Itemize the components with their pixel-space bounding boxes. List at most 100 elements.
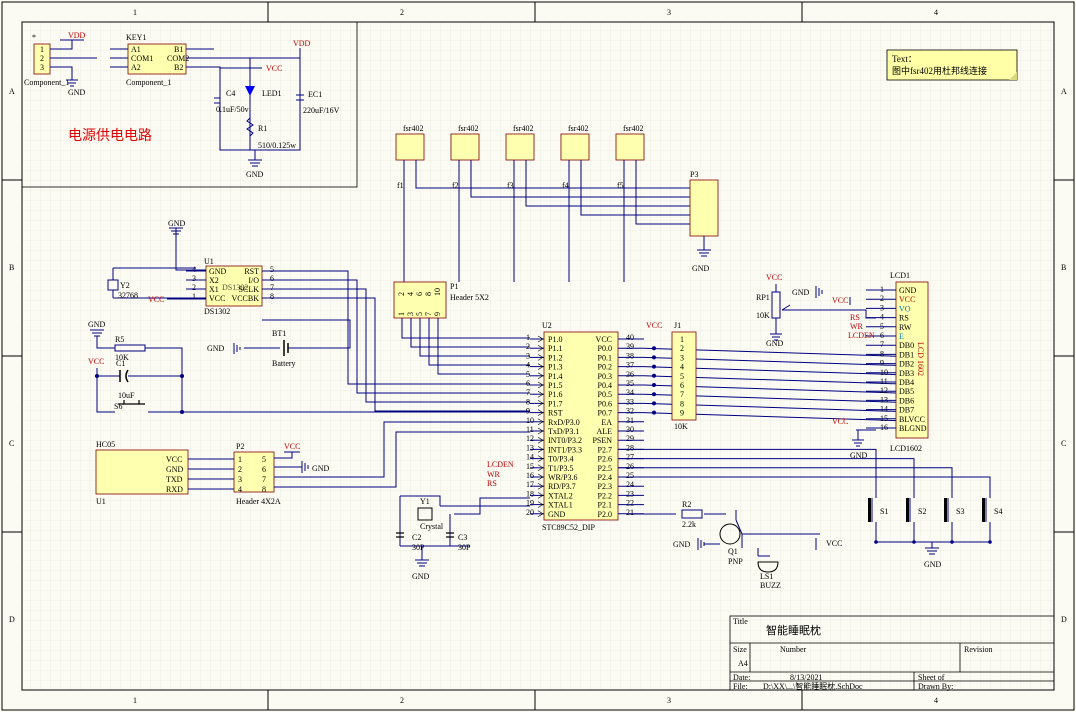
fsr-sensor-3[interactable] xyxy=(505,133,535,161)
r1-value: 510/0.125w xyxy=(258,141,296,150)
mcu-pin-num-right: 26 xyxy=(626,462,634,471)
fsr-net-5: f5 xyxy=(617,181,624,190)
p2-vcc: VCC xyxy=(284,442,300,451)
p0-junction xyxy=(652,392,656,397)
p2-pin-right: 5 xyxy=(262,455,266,464)
date-label: Date: xyxy=(733,673,750,682)
c2-ref: C2 xyxy=(412,533,421,542)
mcu-pin-left: P1.7 xyxy=(548,399,562,408)
p0-junction xyxy=(652,373,656,378)
svg-text:1: 1 xyxy=(40,45,44,54)
mcu-ref: U2 xyxy=(542,321,552,330)
fsr-sensor-5[interactable] xyxy=(615,133,645,161)
lcd-ref: LCD1 xyxy=(890,271,910,280)
crystal-y2-ref: Y2 xyxy=(120,281,130,290)
row-label-d2: D xyxy=(1061,615,1067,624)
mcu-pin-right: EA xyxy=(601,418,612,427)
lcd-pin: DB4 xyxy=(899,378,914,387)
rtc-pin-right: I/O xyxy=(248,276,259,285)
mcu-pin-num-left: 12 xyxy=(526,434,534,443)
p0-junction xyxy=(652,410,656,415)
key-s4-button[interactable] xyxy=(982,498,985,522)
j1-ref: J1 xyxy=(674,321,681,330)
mcu-pin-left: RD/P3.7 xyxy=(548,482,576,491)
mcu-pin-left: P1.1 xyxy=(548,344,562,353)
fsr-sensor-4[interactable] xyxy=(560,133,590,161)
power-title: 电源供电电路 xyxy=(68,128,152,144)
mcu-pin-right: P2.1 xyxy=(598,501,612,510)
col-label-3: 3 xyxy=(667,8,671,17)
p1-pin-top: 8 xyxy=(424,292,433,296)
drawn-by-label: Drawn By: xyxy=(918,682,953,691)
bt1-name: Battery xyxy=(272,359,296,368)
p0-junction xyxy=(652,383,656,387)
j1-pin: 6 xyxy=(680,381,684,390)
rtc-pin-num-right: 5 xyxy=(270,265,274,274)
col-label-1: 1 xyxy=(133,8,137,17)
j1-pin: 2 xyxy=(680,344,684,353)
schematic-canvas: 1 2 3 4 1 2 3 4 A B C D A B C D Text： 图中… xyxy=(1,1,1075,711)
fsr-sensor-1[interactable] xyxy=(395,133,425,161)
rp1-ref: RP1 xyxy=(756,293,770,302)
mcu-pin-right: ALE xyxy=(596,427,612,436)
rtc-pin-right: VCCBK xyxy=(231,294,259,303)
size-label: Size xyxy=(733,645,747,654)
fsr-net-4: f4 xyxy=(562,181,569,190)
mcu-pin-num-right: 31 xyxy=(626,416,634,425)
schematic-sheet: 1 2 3 4 1 2 3 4 A B C D A B C D Text： 图中… xyxy=(0,0,1076,712)
key-s2-button[interactable] xyxy=(906,498,909,522)
c4-value: 0.1uF/50v xyxy=(216,105,249,114)
number-label: Number xyxy=(780,645,807,654)
lcd-pin: BLGND xyxy=(899,424,927,433)
led1-ref: LED1 xyxy=(262,89,282,98)
p2-pin-right: 8 xyxy=(262,485,266,494)
ls1-ref: LS1 xyxy=(760,572,773,581)
hc05-ref: U1 xyxy=(96,497,106,506)
p2-pin-left: 4 xyxy=(238,485,242,494)
key-s1-button[interactable] xyxy=(868,498,871,522)
mcu-pin-right: P2.3 xyxy=(598,482,612,491)
fsr-sensor-2[interactable] xyxy=(450,133,480,161)
text-note[interactable]: Text： 图中fsr402用杜邦线连接 xyxy=(886,49,1018,81)
col-label-4: 4 xyxy=(934,8,938,17)
c4-ref: C4 xyxy=(226,89,235,98)
rtc-pin-left: VCC xyxy=(209,294,225,303)
ec1-value: 220uF/16V xyxy=(303,106,340,115)
mcu-pin-num-right: 28 xyxy=(626,443,634,452)
mcu-pin-num-left: 18 xyxy=(526,489,534,498)
mcu-pin-num-right: 39 xyxy=(626,342,634,351)
key-name: Component_1 xyxy=(126,78,171,87)
mcu-pin-left: TxD/P3.1 xyxy=(548,427,579,436)
sheet-label: Sheet of xyxy=(918,673,945,682)
mcu-pin-right: P0.1 xyxy=(598,353,612,362)
mcu-pin-right: P2.5 xyxy=(598,464,612,473)
rtc-gnd: GND xyxy=(168,219,186,228)
mcu-pin-right: P2.4 xyxy=(598,473,612,482)
mcu-pin-left: RST xyxy=(548,409,563,418)
c1-value: 10uF xyxy=(118,391,135,400)
mcu-pin-num-right: 21 xyxy=(626,508,634,517)
j1-pin: 4 xyxy=(680,363,684,372)
p2-header[interactable]: P2 Header 4X2A xyxy=(233,442,281,506)
rtc-pin-left: GND xyxy=(209,267,227,276)
p0-junction xyxy=(652,346,656,351)
rtc-pin-num-left: 1 xyxy=(192,292,196,301)
net-lcden-mcu: LCDEN xyxy=(487,460,514,469)
rp1-vcc: VCC xyxy=(766,273,782,282)
col-label-1b: 1 xyxy=(133,696,137,705)
mcu-pin-num-right: 40 xyxy=(626,333,634,342)
fsr-net-2: f2 xyxy=(452,181,459,190)
p0-junction xyxy=(652,401,656,406)
q1-ref: Q1 xyxy=(728,547,738,556)
note-line1: Text： xyxy=(892,54,917,64)
mcu-pin-num-left: 17 xyxy=(526,480,534,489)
fsr-net-1: f1 xyxy=(397,181,404,190)
mcu-pin-num-left: 4 xyxy=(526,361,530,370)
mcu-pin-num-left: 10 xyxy=(526,416,534,425)
mcu-pin-left: GND xyxy=(548,510,566,519)
mcu-pin-right: P2.2 xyxy=(598,491,612,500)
key-s3-button[interactable] xyxy=(944,498,947,522)
p1-ref: P1 xyxy=(450,282,458,291)
col-label-3b: 3 xyxy=(667,696,671,705)
mcu-pin-right: P2.0 xyxy=(598,510,612,519)
